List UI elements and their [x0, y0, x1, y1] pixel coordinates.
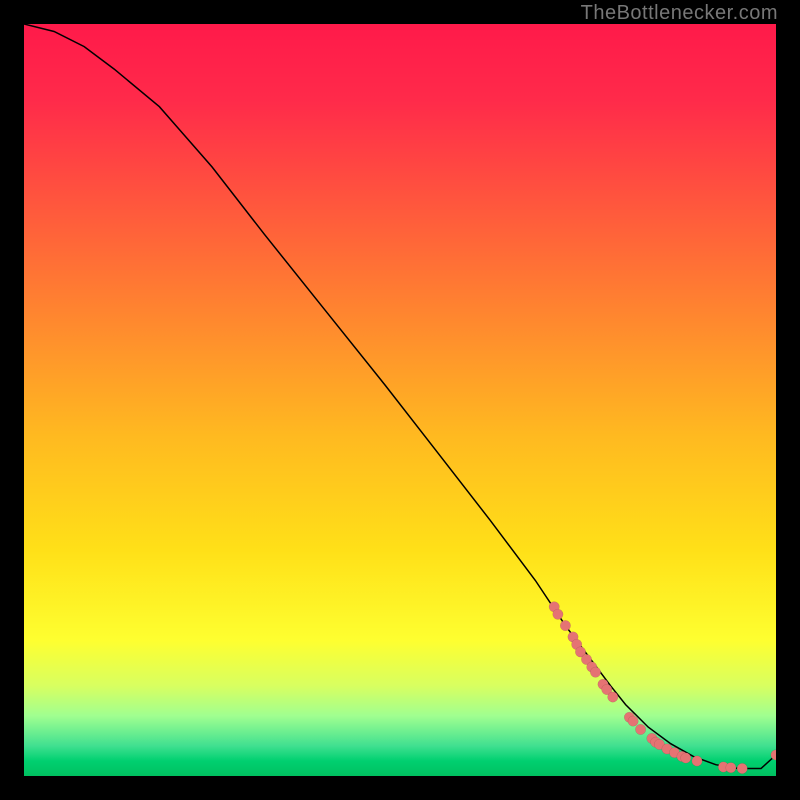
data-point: [560, 620, 570, 630]
data-point: [692, 756, 702, 766]
data-point: [553, 609, 563, 619]
plot-area: [24, 24, 776, 776]
chart-svg: [24, 24, 776, 776]
curve-line: [24, 24, 776, 769]
data-point: [608, 692, 618, 702]
data-point: [681, 753, 691, 763]
data-point: [737, 763, 747, 773]
data-point: [726, 763, 736, 773]
data-point: [628, 716, 638, 726]
data-point: [590, 667, 600, 677]
attribution-text: TheBottlenecker.com: [581, 2, 778, 25]
data-point: [635, 724, 645, 734]
scatter-group: [549, 602, 776, 774]
